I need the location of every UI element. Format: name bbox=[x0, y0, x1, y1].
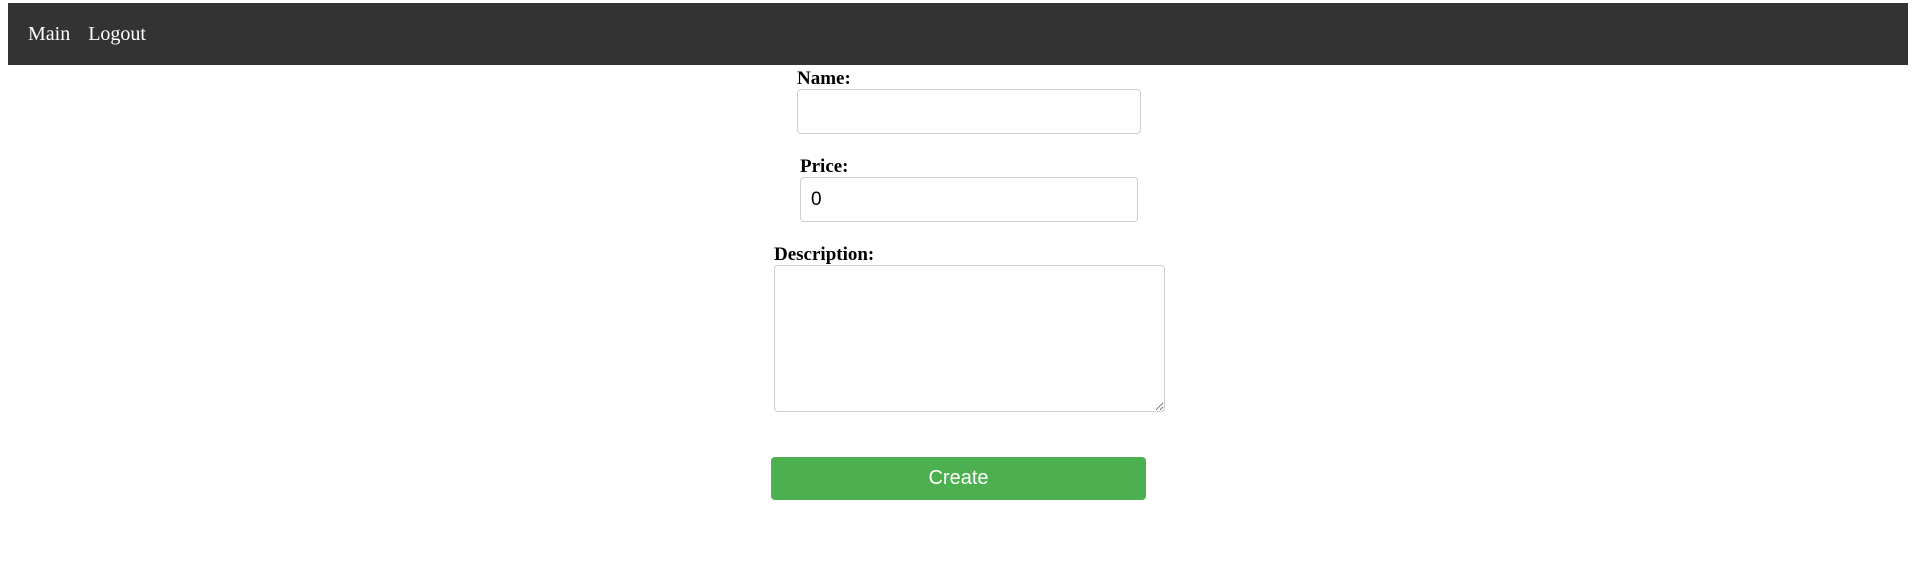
page: Main Logout Name: Price: Description: Cr… bbox=[0, 0, 1912, 566]
price-input[interactable] bbox=[800, 177, 1138, 222]
create-button[interactable]: Create bbox=[771, 457, 1146, 500]
price-label: Price: bbox=[800, 156, 849, 177]
top-navbar: Main Logout bbox=[8, 3, 1908, 65]
name-label: Name: bbox=[797, 68, 851, 89]
description-label: Description: bbox=[774, 244, 875, 265]
description-textarea[interactable] bbox=[774, 265, 1165, 412]
nav-link-logout[interactable]: Logout bbox=[88, 23, 146, 46]
nav-link-main[interactable]: Main bbox=[28, 23, 70, 46]
name-input[interactable] bbox=[797, 89, 1141, 134]
